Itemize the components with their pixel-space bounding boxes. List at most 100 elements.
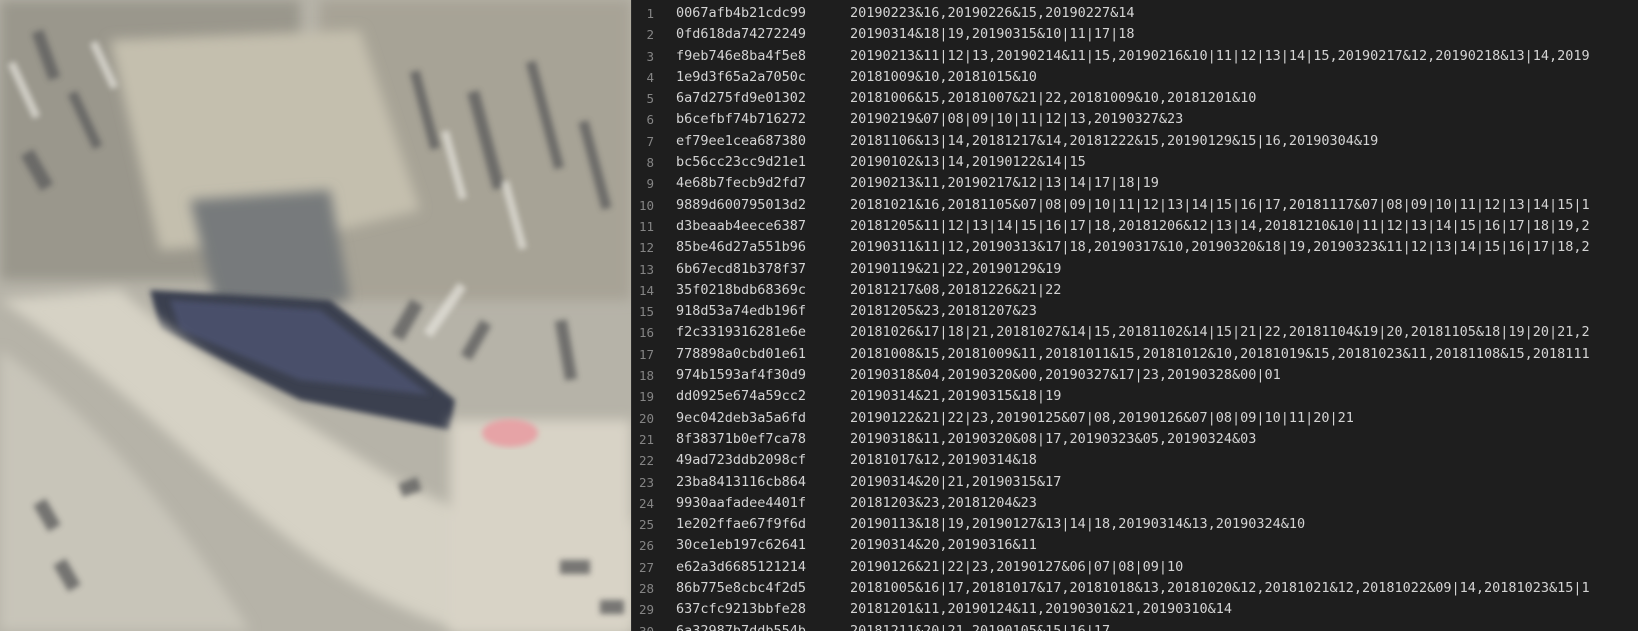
record-id: 8f38371b0ef7ca78 <box>676 430 807 447</box>
record-id: f9eb746e8ba4f5e8 <box>676 47 807 64</box>
line-number: 11 <box>638 218 654 234</box>
editor-line[interactable]: 27 e62a3d6685121214 20190126&21|22|23,2019… <box>632 557 1638 578</box>
record-id: 1e202ffae67f9f6d <box>676 516 807 533</box>
editor-line[interactable]: 15 918d53a74edb196f 20181205&23,20181207&2… <box>632 301 1638 322</box>
record-id: dd0925e674a59cc2 <box>676 388 807 405</box>
line-number: 10 <box>638 197 654 213</box>
record-data: 20190219&07|08|09|10|11|12|13,20190327&2… <box>850 111 1184 128</box>
editor-line[interactable]: 21 8f38371b0ef7ca78 20190318&11,20190320&0… <box>632 429 1638 450</box>
editor-line[interactable]: 29 637cfc9213bbfe28 20181201&11,20190124&1… <box>632 599 1638 620</box>
record-id: 9ec042deb3a5a6fd <box>676 409 807 426</box>
record-data: 20181008&15,20181009&11,20181011&15,2018… <box>850 345 1590 362</box>
editor-line[interactable]: 7 ef79ee1cea687380 20181106&13|14,20181217… <box>632 131 1638 152</box>
text-editor[interactable]: 1 0067afb4b21cdc99 20190223&16,20190226&15… <box>631 0 1638 631</box>
record-id: 4e68b7fecb9d2fd7 <box>676 175 807 192</box>
record-data: 20181205&11|12|13|14|15|16|17|18,2018120… <box>850 217 1590 234</box>
line-number: 24 <box>638 495 654 511</box>
record-id: 9889d600795013d2 <box>676 196 807 213</box>
record-id: 6a32987b7ddb554b <box>676 622 807 631</box>
aerial-photo <box>0 0 631 631</box>
line-number: 13 <box>638 261 654 277</box>
editor-line[interactable]: 3 f9eb746e8ba4f5e8 20190213&11|12|13,20190… <box>632 46 1638 67</box>
record-id: d3beaab4eece6387 <box>676 217 807 234</box>
line-number: 6 <box>646 112 654 128</box>
record-id: 1e9d3f65a2a7050c <box>676 68 807 85</box>
editor-line[interactable]: 6 b6cefbf74b716272 20190219&07|08|09|10|11… <box>632 109 1638 130</box>
editor-line[interactable]: 1 0067afb4b21cdc99 20190223&16,20190226&15… <box>632 3 1638 24</box>
record-data: 20181009&10,20181015&10 <box>850 68 1037 85</box>
editor-line[interactable]: 14 35f0218bdb68369c 20181217&08,20181226&2… <box>632 280 1638 301</box>
line-number: 20 <box>638 410 654 426</box>
line-number: 21 <box>638 431 654 447</box>
line-number: 2 <box>646 27 654 43</box>
editor-line[interactable]: 25 1e202ffae67f9f6d 20190113&18|19,2019012… <box>632 514 1638 535</box>
record-data: 20181205&23,20181207&23 <box>850 303 1037 320</box>
record-id: f2c3319316281e6e <box>676 324 807 341</box>
editor-line[interactable]: 13 6b67ecd81b378f37 20190119&21|22,2019012… <box>632 259 1638 280</box>
editor-line[interactable]: 19 dd0925e674a59cc2 20190314&21,20190315&1… <box>632 386 1638 407</box>
record-id: e62a3d6685121214 <box>676 558 807 575</box>
record-data: 20181211&20|21,20190105&15|16|17 <box>850 622 1111 631</box>
editor-line[interactable]: 28 86b775e8cbc4f2d5 20181005&16|17,2018101… <box>632 578 1638 599</box>
line-number: 30 <box>632 621 654 631</box>
record-data: 20190223&16,20190226&15,20190227&14 <box>850 5 1135 21</box>
record-data: 20190213&11,20190217&12|13|14|17|18|19 <box>850 175 1159 192</box>
record-id: 918d53a74edb196f <box>676 303 807 320</box>
editor-line[interactable]: 24 9930aafadee4401f 20181203&23,20181204&2… <box>632 493 1638 514</box>
editor-line[interactable]: 4 1e9d3f65a2a7050c 20181009&10,20181015&10 <box>632 67 1638 88</box>
line-number: 19 <box>638 389 654 405</box>
record-id: ef79ee1cea687380 <box>676 132 807 149</box>
record-data: 20190122&21|22|23,20190125&07|08,2019012… <box>850 409 1354 426</box>
editor-line[interactable]: 23 23ba8413116cb864 20190314&20|21,2019031… <box>632 472 1638 493</box>
editor-line[interactable]: 18 974b1593af4f30d9 20190318&04,20190320&0… <box>632 365 1638 386</box>
record-data: 20190318&04,20190320&00,20190327&17|23,2… <box>850 367 1281 384</box>
line-number: 8 <box>646 155 654 171</box>
editor-line[interactable]: 12 85be46d27a551b96 20190311&11|12,2019031… <box>632 237 1638 258</box>
record-id: 974b1593af4f30d9 <box>676 367 807 384</box>
editor-line[interactable]: 26 30ce1eb197c62641 20190314&20,20190316&1… <box>632 535 1638 556</box>
record-id: 23ba8413116cb864 <box>676 473 807 490</box>
editor-line[interactable]: 22 49ad723ddb2098cf 20181017&12,20190314&1… <box>632 450 1638 471</box>
editor-line[interactable]: 5 6a7d275fd9e01302 20181006&15,20181007&21… <box>632 88 1638 109</box>
line-number: 29 <box>638 602 654 618</box>
record-id: 30ce1eb197c62641 <box>676 537 807 554</box>
line-number: 1 <box>646 6 654 21</box>
line-number: 12 <box>638 240 654 256</box>
record-data: 20190314&20|21,20190315&17 <box>850 473 1062 490</box>
line-number: 14 <box>638 282 654 298</box>
editor-line[interactable]: 10 9889d600795013d2 20181021&16,20181105&0… <box>632 195 1638 216</box>
editor-line[interactable]: 20 9ec042deb3a5a6fd 20190122&21|22|23,2019… <box>632 408 1638 429</box>
editor-line[interactable]: 30 6a32987b7ddb554b 20181211&20|21,2019010… <box>632 621 1638 631</box>
editor-line[interactable]: 2 0fd618da74272249 20190314&18|19,20190315… <box>632 24 1638 45</box>
line-number: 23 <box>638 474 654 490</box>
line-number: 18 <box>638 368 654 384</box>
editor-line[interactable]: 17 778898a0cbd01e61 20181008&15,20181009&1… <box>632 344 1638 365</box>
record-id: b6cefbf74b716272 <box>676 111 807 128</box>
editor-line[interactable]: 11 d3beaab4eece6387 20181205&11|12|13|14|1… <box>632 216 1638 237</box>
line-number: 16 <box>638 325 654 341</box>
editor-line[interactable]: 8 bc56cc23cc9d21e1 20190102&13|14,20190122… <box>632 152 1638 173</box>
record-data: 20190213&11|12|13,20190214&11|15,2019021… <box>850 47 1590 64</box>
line-number: 9 <box>646 176 654 192</box>
line-number: 7 <box>646 133 654 149</box>
record-data: 20181006&15,20181007&21|22,20181009&10,2… <box>850 90 1257 107</box>
aerial-photo-icon <box>0 0 631 631</box>
record-id: 9930aafadee4401f <box>676 494 807 511</box>
line-number: 27 <box>638 559 654 575</box>
line-number: 22 <box>638 453 654 469</box>
record-data: 20181021&16,20181105&07|08|09|10|11|12|1… <box>850 196 1590 213</box>
record-data: 20190126&21|22|23,20190127&06|07|08|09|1… <box>850 558 1184 575</box>
record-id: 0fd618da74272249 <box>676 26 807 43</box>
record-data: 20181203&23,20181204&23 <box>850 494 1037 511</box>
record-data: 20190314&18|19,20190315&10|11|17|18 <box>850 26 1135 43</box>
record-data: 20190314&21,20190315&18|19 <box>850 388 1062 405</box>
editor-line[interactable]: 9 4e68b7fecb9d2fd7 20190213&11,20190217&12… <box>632 173 1638 194</box>
editor-line[interactable]: 16 f2c3319316281e6e 20181026&17|18|21,2018… <box>632 322 1638 343</box>
record-id: 35f0218bdb68369c <box>676 281 807 298</box>
record-id: 86b775e8cbc4f2d5 <box>676 580 807 597</box>
record-data: 20190113&18|19,20190127&13|14|18,2019031… <box>850 516 1306 533</box>
record-data: 20181201&11,20190124&11,20190301&21,2019… <box>850 601 1233 618</box>
line-number: 3 <box>646 48 654 64</box>
record-data: 20190102&13|14,20190122&14|15 <box>850 154 1086 171</box>
line-number: 15 <box>638 304 654 320</box>
